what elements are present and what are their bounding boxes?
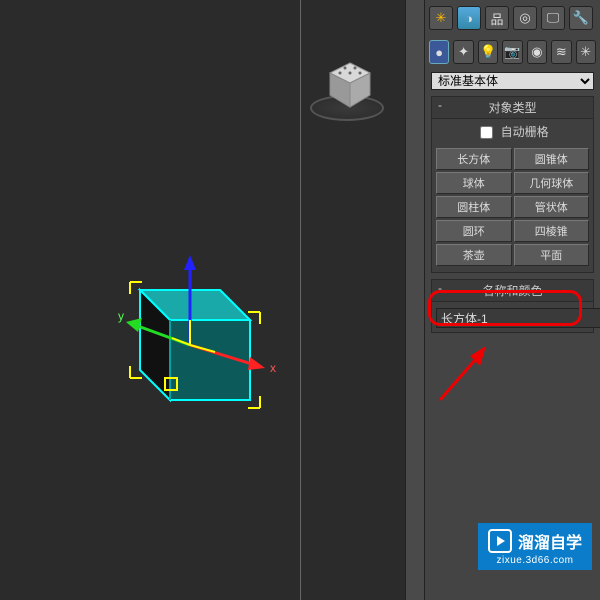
object-type-rollout: - 对象类型 自动栅格 长方体 圆锥体 球体 几何球体 圆柱体 管状体 圆环 四… [431, 96, 594, 273]
command-panel: ✳ ◑ 品 ◎ 🖵 🔧 ● ✦ 💡 📷 ◉ ≋ ✳ 标准基本体 - 对象类型 自… [424, 0, 600, 600]
watermark-url: zixue.3d66.com [496, 555, 573, 566]
name-row [432, 302, 593, 332]
torus-button[interactable]: 圆环 [436, 220, 512, 242]
collapse-icon: - [438, 98, 442, 112]
viewcube[interactable] [295, 40, 395, 140]
teapot-button[interactable]: 茶壶 [436, 244, 512, 266]
modify-tab-icon[interactable]: ◑ [457, 6, 481, 30]
sub-tab-row: ● ✦ 💡 📷 ◉ ≋ ✳ [425, 34, 600, 68]
main-tab-row: ✳ ◑ 品 ◎ 🖵 🔧 [425, 0, 600, 34]
watermark: 溜溜自学 zixue.3d66.com [478, 523, 592, 570]
scene-object-box[interactable]: x y [80, 250, 280, 430]
watermark-brand: 溜溜自学 [518, 529, 582, 553]
name-color-title: 名称和颜色 [482, 284, 542, 298]
motion-tab-icon[interactable]: ◎ [513, 6, 537, 30]
geometry-subtab-icon[interactable]: ● [429, 40, 449, 64]
object-name-input[interactable] [436, 308, 600, 328]
plane-button[interactable]: 平面 [514, 244, 590, 266]
shapes-subtab-icon[interactable]: ✦ [453, 40, 473, 64]
viewcube-cube[interactable] [325, 60, 365, 100]
sphere-button[interactable]: 球体 [436, 172, 512, 194]
pyramid-button[interactable]: 四棱锥 [514, 220, 590, 242]
geosphere-button[interactable]: 几何球体 [514, 172, 590, 194]
cone-button[interactable]: 圆锥体 [514, 148, 590, 170]
helpers-subtab-icon[interactable]: ◉ [527, 40, 547, 64]
autogrid-label: 自动栅格 [501, 125, 549, 139]
spacewarps-subtab-icon[interactable]: ≋ [551, 40, 571, 64]
autogrid-row: 自动栅格 [432, 119, 593, 146]
lights-subtab-icon[interactable]: 💡 [478, 40, 498, 64]
hierarchy-tab-icon[interactable]: 品 [485, 6, 509, 30]
name-color-header[interactable]: - 名称和颜色 [432, 280, 593, 302]
name-color-rollout: - 名称和颜色 [431, 279, 594, 333]
create-tab-icon[interactable]: ✳ [429, 6, 453, 30]
autogrid-checkbox[interactable] [480, 126, 493, 139]
box-button[interactable]: 长方体 [436, 148, 512, 170]
object-type-title: 对象类型 [488, 101, 536, 115]
collapse-icon: - [438, 281, 442, 295]
object-button-grid: 长方体 圆锥体 球体 几何球体 圆柱体 管状体 圆环 四棱锥 茶壶 平面 [432, 146, 593, 272]
display-tab-icon[interactable]: 🖵 [541, 6, 565, 30]
cameras-subtab-icon[interactable]: 📷 [502, 40, 522, 64]
viewport[interactable]: x y [0, 0, 406, 600]
utilities-tab-icon[interactable]: 🔧 [569, 6, 593, 30]
systems-subtab-icon[interactable]: ✳ [576, 40, 596, 64]
category-dropdown[interactable]: 标准基本体 [431, 72, 594, 90]
cylinder-button[interactable]: 圆柱体 [436, 196, 512, 218]
object-type-header[interactable]: - 对象类型 [432, 97, 593, 119]
play-icon [488, 529, 512, 553]
axis-x-label: x [270, 361, 276, 375]
tube-button[interactable]: 管状体 [514, 196, 590, 218]
axis-y-label: y [118, 309, 124, 323]
category-select[interactable]: 标准基本体 [431, 72, 594, 90]
